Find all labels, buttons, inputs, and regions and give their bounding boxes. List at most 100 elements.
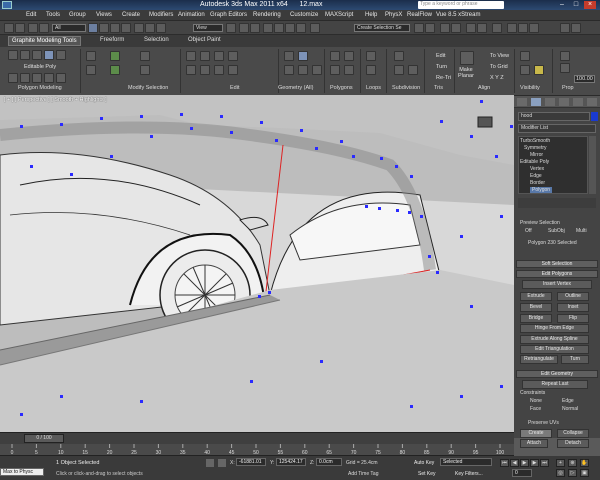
auto-key-button[interactable]: Auto Key xyxy=(414,460,434,466)
preview-multi-radio[interactable]: Multi xyxy=(576,228,587,234)
next-frame-icon[interactable]: ▶ xyxy=(530,459,539,467)
stack-mirror[interactable]: Mirror xyxy=(530,152,543,158)
group-polygon-modeling[interactable]: Polygon Modeling xyxy=(18,85,62,91)
track-bar[interactable]: 0 5 10 15 20 25 30 35 40 45 50 55 60 65 70 75 80 85 90 95 10… xyxy=(0,444,514,456)
menu-create[interactable]: Create xyxy=(122,12,140,18)
pivot-icon[interactable] xyxy=(226,23,236,33)
bevel-icon[interactable] xyxy=(344,51,354,61)
select-by-name-icon[interactable] xyxy=(99,23,109,33)
menu-maxscript[interactable]: MAXScript xyxy=(325,12,353,18)
outline-button[interactable]: Outline xyxy=(557,292,589,301)
menu-help[interactable]: Help xyxy=(365,12,377,18)
quick-slice-icon[interactable] xyxy=(200,51,210,61)
preserve-uvs-checkbox[interactable]: Preserve UVs xyxy=(528,420,559,426)
edit-triangulation-button[interactable]: Edit Triangulation xyxy=(520,345,589,354)
tab-graphite-modeling[interactable]: Graphite Modeling Tools xyxy=(8,36,81,46)
constraint-none-radio[interactable]: None xyxy=(530,398,542,404)
graphite-toggle-icon[interactable] xyxy=(451,23,461,33)
extrude-button[interactable]: Extrude xyxy=(520,292,552,301)
create-button[interactable]: Create xyxy=(520,429,552,438)
maximize-button[interactable]: □ xyxy=(570,1,582,9)
go-to-end-icon[interactable]: ⏭ xyxy=(540,459,549,467)
selection-filter-dropdown[interactable]: All xyxy=(52,24,86,32)
flip-button[interactable]: Flip xyxy=(557,314,589,323)
add-time-tag[interactable]: Add Time Tag xyxy=(348,471,378,477)
tab-freeform[interactable]: Freeform xyxy=(100,37,124,43)
object-name-field[interactable]: hood xyxy=(518,112,590,121)
display-tab-icon[interactable] xyxy=(573,98,583,106)
bridge-button[interactable]: Bridge xyxy=(520,314,552,323)
p-connect-icon[interactable] xyxy=(186,65,196,75)
relax-icon[interactable] xyxy=(284,51,294,61)
window-crossing-icon[interactable] xyxy=(121,23,131,33)
pan-icon[interactable]: ✋ xyxy=(580,459,589,467)
detach-icon[interactable] xyxy=(298,65,308,75)
group-loops[interactable]: Loops xyxy=(366,85,381,91)
named-selection-dropdown[interactable]: Create Selection Se xyxy=(354,24,410,32)
make-planar-button[interactable]: Make Planar xyxy=(458,67,474,79)
turn-button[interactable]: Turn xyxy=(436,64,447,70)
move-icon[interactable] xyxy=(134,23,144,33)
mirror-icon[interactable] xyxy=(414,23,424,33)
unhide-icon[interactable] xyxy=(520,65,530,75)
group-edit[interactable]: Edit xyxy=(230,85,239,91)
menu-tools[interactable]: Tools xyxy=(46,12,60,18)
menu-graph-editors[interactable]: Graph Editors xyxy=(210,12,247,18)
tweak-icon[interactable] xyxy=(200,65,210,75)
loop-insert-icon[interactable] xyxy=(366,65,376,75)
preserve-uvs-icon[interactable] xyxy=(186,51,196,61)
constraint-edge-radio[interactable]: Edge xyxy=(562,398,574,404)
keyboard-shortcut-icon[interactable] xyxy=(250,23,260,33)
group-geometry-all[interactable]: Geometry (All) xyxy=(278,85,313,91)
cut-edit-icon[interactable] xyxy=(228,51,238,61)
x-coordinate-field[interactable]: -61881.01 xyxy=(236,458,266,466)
constraint-icon[interactable] xyxy=(214,65,224,75)
attach-button[interactable]: Attach xyxy=(520,439,548,448)
xyz-buttons[interactable]: X Y Z xyxy=(490,75,504,81)
viewport-label[interactable]: [ + ] [ Perspective ] [ Smooth + Highlig… xyxy=(4,97,107,103)
motion-tab-icon[interactable] xyxy=(559,98,569,106)
zoom-all-icon[interactable]: ⊕ xyxy=(568,459,577,467)
to-grid-button[interactable]: To Grid xyxy=(490,64,508,70)
swift-loop-icon[interactable] xyxy=(32,73,42,83)
detach-button[interactable]: Detach xyxy=(557,439,589,448)
stack-symmetry[interactable]: Symmetry xyxy=(524,145,547,151)
perspective-viewport[interactable]: [ + ] [ Perspective ] [ Smooth + Highlig… xyxy=(0,95,514,432)
create-icon[interactable] xyxy=(298,51,308,61)
ref-coord-dropdown[interactable]: View xyxy=(193,24,223,32)
edge-mode-icon[interactable] xyxy=(20,50,30,60)
loop-select-icon[interactable] xyxy=(110,51,120,61)
current-frame-field[interactable]: 0 xyxy=(512,469,532,477)
retri-button[interactable]: Re-Tri xyxy=(436,75,451,81)
menu-modifiers[interactable]: Modifiers xyxy=(149,12,173,18)
select-object-icon[interactable] xyxy=(88,23,98,33)
quickslice-icon[interactable] xyxy=(20,73,30,83)
repeat-last-icon[interactable] xyxy=(8,73,18,83)
close-button[interactable]: × xyxy=(584,1,596,9)
menu-views[interactable]: Views xyxy=(96,12,112,18)
maximize-viewport-icon[interactable]: ▣ xyxy=(580,469,589,477)
schematic-view-icon[interactable] xyxy=(477,23,487,33)
stack-vertex[interactable]: Vertex xyxy=(530,166,544,172)
edit-geometry-rollout[interactable]: Edit Geometry xyxy=(516,370,598,378)
meshsmooth-icon[interactable] xyxy=(394,51,404,61)
z-coordinate-field[interactable]: 0.0cm xyxy=(316,458,342,466)
loop-options-icon[interactable] xyxy=(140,51,150,61)
constraint-normal-radio[interactable]: Normal xyxy=(562,406,578,412)
grow-icon[interactable] xyxy=(86,51,96,61)
edit-named-sel-icon[interactable] xyxy=(310,23,320,33)
bevel-button[interactable]: Bevel xyxy=(520,303,552,312)
render-setup-icon[interactable] xyxy=(507,23,517,33)
stack-polygon[interactable]: Polygon xyxy=(530,187,553,193)
edit-polygons-rollout[interactable]: Edit Polygons xyxy=(516,270,598,278)
hide-icon[interactable] xyxy=(520,51,530,61)
set-key-button[interactable]: Set Key xyxy=(418,471,436,477)
menu-edit[interactable]: Edit xyxy=(26,12,36,18)
use-displacement-icon[interactable] xyxy=(408,65,418,75)
modify-tab-icon[interactable] xyxy=(531,98,541,106)
layer-manager-icon[interactable] xyxy=(440,23,450,33)
curve-editor-icon[interactable] xyxy=(466,23,476,33)
collapse-icon[interactable] xyxy=(312,65,322,75)
outline-icon[interactable] xyxy=(344,65,354,75)
group-polygons[interactable]: Polygons xyxy=(330,85,353,91)
